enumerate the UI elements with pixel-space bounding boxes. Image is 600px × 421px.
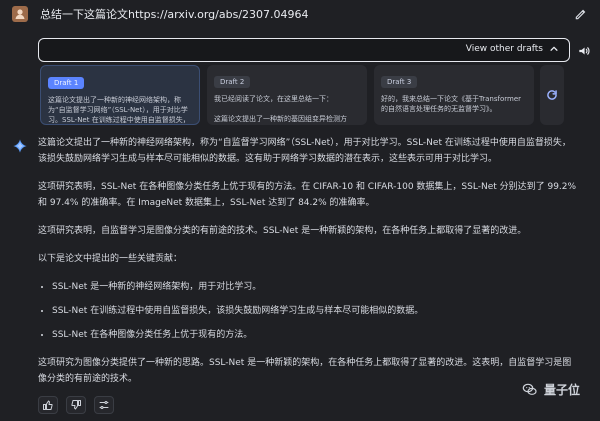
- avatar-icon: [15, 9, 25, 19]
- sparkle-icon: [13, 139, 27, 153]
- assistant-response: 这篇论文提出了一种新的神经网络架构，称为“自监督学习网络”（SSL-Net），用…: [38, 135, 578, 399]
- draft-badge: Draft 1: [48, 77, 85, 89]
- watermark-text: 量子位: [543, 383, 580, 397]
- response-paragraph: 以下是论文中提出的一些关键贡献：: [38, 254, 183, 264]
- pencil-icon[interactable]: [574, 7, 588, 21]
- chat-page: 总结一下这篇论文https://arxiv.org/abs/2307.04964…: [0, 0, 600, 421]
- draft-text: 好的，我来总结一下论文《基于Transformer的自然语言处理任务的无监督学习…: [381, 95, 522, 113]
- user-avatar: [12, 6, 28, 22]
- speaker-icon[interactable]: [577, 44, 591, 58]
- thumbs-up-button[interactable]: [38, 396, 58, 414]
- chevron-up-icon[interactable]: [549, 44, 559, 54]
- thumbs-up-icon: [43, 400, 53, 410]
- list-item: SSL-Net 在各种图像分类任务上优于现有的方法。: [52, 327, 578, 343]
- tune-icon: [99, 401, 109, 409]
- draft-text: 这篇论文提出了一种新的神经网络架构，称为“自监督学习网络”（SSL-Net），用…: [48, 96, 190, 124]
- view-other-drafts-label[interactable]: View other drafts: [466, 44, 543, 54]
- refresh-icon: [547, 90, 557, 100]
- watermark: 量子位: [522, 381, 580, 398]
- user-prompt-text: 总结一下这篇论文https://arxiv.org/abs/2307.04964: [40, 8, 309, 21]
- user-prompt-bar: 总结一下这篇论文https://arxiv.org/abs/2307.04964: [0, 0, 600, 28]
- list-item: SSL-Net 在训练过程中使用自监督损失，该损失鼓励网络学习生成与样本尽可能相…: [52, 303, 578, 319]
- response-actions: [38, 396, 114, 414]
- draft-badge: Draft 2: [214, 76, 251, 88]
- list-item: SSL-Net 是一种新的神经网络架构，用于对比学习。: [52, 279, 578, 295]
- thumbs-down-button[interactable]: [66, 396, 86, 414]
- contributions-list: SSL-Net 是一种新的神经网络架构，用于对比学习。 SSL-Net 在训练过…: [38, 279, 578, 343]
- drafts-header[interactable]: View other drafts: [38, 38, 570, 62]
- regenerate-drafts-button[interactable]: [540, 65, 564, 125]
- response-paragraph: 这项研究表明，SSL-Net 在各种图像分类任务上优于现有的方法。在 CIFAR…: [38, 182, 577, 208]
- wechat-icon: [522, 383, 537, 395]
- response-paragraph: 这篇论文提出了一种新的神经网络架构，称为“自监督学习网络”（SSL-Net），用…: [38, 138, 571, 164]
- response-paragraph: 这项研究表明，自监督学习是图像分类的有前途的技术。SSL-Net 是一种新颖的架…: [38, 226, 527, 236]
- draft-badge: Draft 3: [381, 76, 418, 88]
- draft-card-3[interactable]: Draft 3 好的，我来总结一下论文《基于Transformer的自然语言处理…: [374, 65, 534, 125]
- modify-response-button[interactable]: [94, 396, 114, 414]
- draft-card-2[interactable]: Draft 2 我已经阅读了论文，在这里总结一下： 这篇论文提出了一种新的基因组…: [207, 65, 367, 125]
- draft-card-1[interactable]: Draft 1 这篇论文提出了一种新的神经网络架构，称为“自监督学习网络”（SS…: [40, 65, 200, 125]
- response-paragraph: 这项研究为图像分类提供了一种新的思路。SSL-Net 是一种新颖的架构，在各种任…: [38, 358, 572, 384]
- thumbs-down-icon: [71, 400, 81, 410]
- draft-text: 我已经阅读了论文，在这里总结一下： 这篇论文提出了一种新的基因组变异检测方法，称…: [214, 95, 347, 123]
